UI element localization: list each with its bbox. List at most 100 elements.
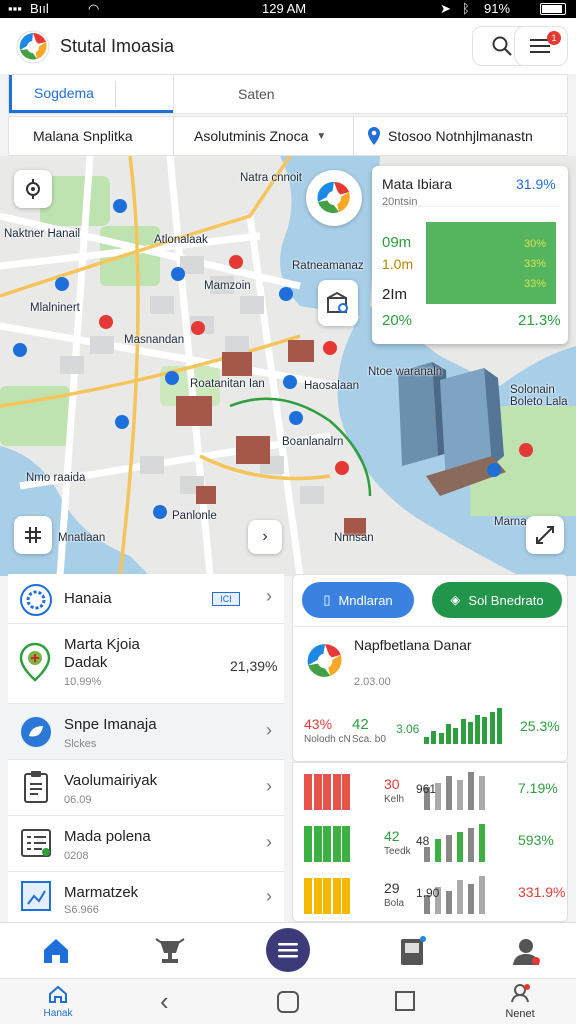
chevron-right-icon: ›: [266, 776, 272, 796]
chart-bar: [475, 715, 481, 744]
stats-percent: 31.9%: [516, 176, 556, 192]
chevron-right-icon: ›: [266, 886, 272, 906]
stats-row-label: 09m: [382, 234, 412, 251]
stats-title: Mata Ibiara: [382, 176, 453, 192]
chart-bar: [489, 712, 495, 744]
filter-location[interactable]: Stosoo Notnhjlmanastn: [353, 117, 569, 155]
tab-saten[interactable]: Saten: [173, 75, 569, 113]
clipboard-icon: [24, 771, 48, 803]
list-item[interactable]: Mada polena 0208 ›: [8, 816, 284, 872]
chevron-right-icon: ›: [266, 720, 272, 740]
profile-icon: [513, 939, 540, 965]
map-label: Solonain Boleto Lala: [510, 384, 568, 408]
layers-button[interactable]: [318, 280, 358, 326]
stats-row-label: 1.0m: [382, 256, 414, 272]
list-item-title: Snpe Imanaja: [64, 716, 157, 733]
stats-card[interactable]: Mata Ibiara 31.9% 20ntsin 09m 30% 1.0m 3…: [372, 166, 568, 344]
metric-small: 961: [416, 782, 437, 796]
direction-button[interactable]: ›: [248, 520, 282, 554]
expand-button[interactable]: [526, 516, 564, 554]
document-icon: [21, 829, 51, 857]
sys-profile-shortcut[interactable]: Nenet: [498, 983, 542, 1023]
filter-chip-1[interactable]: Malana Snplitka: [9, 117, 173, 155]
map-label: Nmo raaida: [26, 472, 86, 484]
location-badge-icon: [19, 642, 51, 682]
map-label: Mnatlaan: [58, 532, 106, 544]
map-label: Marna: [494, 516, 527, 528]
chart-bar: [313, 826, 322, 862]
nav-profile[interactable]: [506, 931, 546, 971]
nav-menu-fab[interactable]: [266, 928, 310, 972]
list-item-title: Marmatzek: [64, 884, 139, 901]
nav-home[interactable]: [36, 931, 76, 971]
metric-bar-row[interactable]: 42 Teedk 48 593%: [292, 818, 568, 868]
back-icon: ‹: [160, 986, 169, 1016]
chart-bar: [482, 717, 488, 744]
back-button[interactable]: ‹: [160, 987, 169, 1015]
map-label: Panlonle: [172, 510, 217, 522]
status-bar: ▪▪▪ Bııl ◠ 129 AM ➤ ᛒ 91%: [0, 0, 576, 18]
list-item[interactable]: Vaolumairiyak 06.09 ›: [8, 760, 284, 816]
chart-bar: [424, 847, 430, 862]
metric-bar-row[interactable]: 30 Kelh 961 7.19%: [292, 766, 568, 816]
chart-bar: [332, 826, 341, 862]
divider: [380, 206, 560, 207]
tab-label: Saten: [238, 86, 275, 102]
chart-bar: [468, 884, 474, 914]
locate-button[interactable]: [14, 170, 52, 208]
list-item[interactable]: Marta Kjoia Dadak 10.99% 21,39%: [8, 624, 284, 704]
signal-icon: ▪▪▪: [8, 1, 22, 16]
metric-percent: 593%: [518, 832, 554, 848]
menu-button[interactable]: 1: [514, 26, 568, 66]
clock: 129 AM: [262, 1, 307, 16]
building-layers-icon: [327, 291, 348, 313]
chart-bar: [323, 826, 331, 862]
list-item[interactable]: Hanaia ICI ›: [8, 574, 284, 624]
filter-label: Stosoo Notnhjlmanastn: [388, 128, 533, 144]
list-item[interactable]: Snpe Imanaja Slckes ›: [8, 704, 284, 760]
tab-divider: [115, 81, 116, 107]
metric-percent: 331.9%: [518, 884, 566, 900]
globe-icon: [20, 584, 52, 616]
chart-bar: [457, 832, 463, 862]
map-brand-button[interactable]: [306, 170, 362, 226]
tab-sogdema[interactable]: Sogdema: [9, 75, 173, 113]
chart-bar: [332, 774, 341, 810]
profile-icon: [511, 984, 530, 1003]
map-label: Roatanitan Ian: [190, 378, 265, 390]
list-item-title: Vaolumairiyak: [64, 772, 158, 789]
list-item-subtitle: 10.99%: [64, 676, 102, 688]
secondary-action-button[interactable]: ◈ Sol Bnedrato: [432, 582, 562, 618]
summary-subtitle: 2.03.00: [354, 676, 391, 688]
chart-bar: [479, 776, 485, 810]
metric-bar-row[interactable]: 29 Bola 1.90 331.9%: [292, 870, 568, 920]
filter-dropdown[interactable]: Asolutminis Znoca ▼: [173, 117, 353, 155]
metric-small: 1.90: [416, 886, 440, 900]
map-label: Boanlanalrn: [282, 436, 344, 448]
metric-small: 3.06: [396, 722, 420, 736]
list-item-title: Hanaia: [64, 590, 112, 607]
chevron-right-icon: ›: [266, 832, 272, 852]
sys-home-shortcut[interactable]: Hanak: [36, 985, 80, 1021]
chart-bar: [304, 774, 312, 810]
phone-icon: ▯: [323, 592, 331, 607]
home-button[interactable]: [277, 991, 299, 1013]
grid-button[interactable]: [14, 516, 52, 554]
swirl-logo: [307, 644, 342, 677]
menu-circle-icon: [278, 943, 298, 958]
list-item[interactable]: Marmatzek S6.966 ›: [8, 872, 284, 922]
filter-bar: Malana Snplitka Asolutminis Znoca ▼ Stoso…: [8, 116, 568, 156]
nav-device[interactable]: [392, 931, 432, 971]
location-pin-icon: [368, 127, 380, 145]
home-icon: [49, 985, 67, 1003]
metric-value: 30: [384, 776, 400, 792]
chart-bar: [323, 878, 331, 914]
recents-button[interactable]: [395, 991, 415, 1011]
metric-sub: Bola: [384, 898, 405, 909]
battery-percent: 91%: [484, 1, 511, 16]
primary-action-button[interactable]: ▯ Mndlaran: [302, 582, 414, 618]
nav-trophy[interactable]: [150, 931, 190, 971]
chart-bar: [457, 880, 463, 914]
map-label: Ntoe waranaln: [368, 366, 443, 378]
notification-badge: 1: [547, 31, 561, 45]
